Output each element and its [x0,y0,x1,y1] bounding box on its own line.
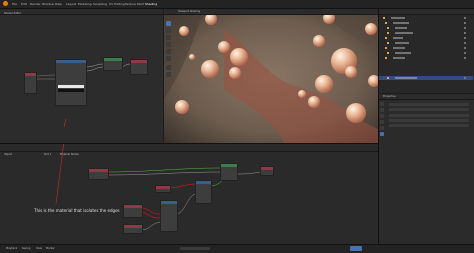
viewport-toolbar [165,21,172,91]
menu-help[interactable]: Help [55,2,62,6]
outliner[interactable] [379,9,474,93]
viewport-render [164,9,378,143]
cursor-tool-icon[interactable] [166,28,171,33]
node-mix-shader-bottom[interactable] [220,163,238,181]
annotate-tool-icon[interactable] [166,65,171,70]
shader-editor-top[interactable]: Shader Editor [0,9,163,143]
status-view[interactable]: View [36,247,42,250]
workspace-tab-shading[interactable]: Shading [145,2,157,6]
properties-field[interactable] [389,124,469,127]
scene-properties-icon[interactable] [380,114,384,118]
properties-field[interactable] [389,108,469,111]
properties-tabs [380,102,385,162]
node-geometry[interactable] [123,224,143,234]
object-properties-icon[interactable] [380,120,384,124]
outliner-icons [383,17,466,79]
node-group-input[interactable] [88,168,109,180]
material-annotation: This is the material that isolates the e… [34,208,120,213]
menu-render[interactable]: Render [30,2,41,6]
shader-editor-bottom[interactable]: Object Slot 1 Material Nodes This is the… [0,144,378,244]
node-texture-coordinate[interactable] [24,72,37,94]
color-swatch-white[interactable] [58,85,84,88]
measure-tool-icon[interactable] [166,72,171,77]
properties-panel[interactable]: Properties [379,94,474,244]
workspace-tab-layout[interactable]: Layout [66,2,76,6]
workspace-tab-sculpting[interactable]: Sculpting [93,2,107,6]
color-swatch-black[interactable] [58,89,84,92]
render-properties-icon[interactable] [380,102,384,106]
transform-tool-icon[interactable] [166,56,171,61]
menu-edit[interactable]: Edit [21,2,27,6]
node-color-ramp[interactable] [195,180,212,204]
node-math[interactable] [160,200,178,232]
workspace-tab-modeling[interactable]: Modeling [78,2,92,6]
node-ambient-occlusion[interactable] [155,185,171,193]
top-menu-bar: File Edit Render Window Help Layout Mode… [0,0,474,9]
viewport-title: Viewport Shading [178,9,201,13]
node-mix-shader[interactable] [103,57,123,71]
properties-field[interactable] [389,103,469,106]
node-wires-bottom [55,144,261,231]
scale-tool-icon[interactable] [166,49,171,54]
properties-field[interactable] [389,119,469,122]
3d-viewport[interactable]: Viewport Shading [164,9,378,143]
select-tool-icon[interactable] [166,21,171,26]
node-material-output[interactable] [130,59,148,75]
status-playback[interactable]: Playback [6,247,17,250]
status-marker[interactable]: Marker [46,247,55,250]
properties-title: Properties [383,95,396,98]
output-properties-icon[interactable] [380,108,384,112]
move-tool-icon[interactable] [166,35,171,40]
node-principled-bsdf[interactable] [55,59,87,106]
properties-field[interactable] [389,114,469,117]
rotate-tool-icon[interactable] [166,42,171,47]
status-keying[interactable]: Keying [22,247,30,250]
modifier-properties-icon[interactable] [380,126,384,130]
node-bevel[interactable] [123,204,143,218]
workspace-tab-texture-paint[interactable]: Texture Paint [125,2,144,6]
menu-file[interactable]: File [12,2,17,6]
blender-logo-icon[interactable] [3,1,8,6]
workspace-tab-uv-editing[interactable]: UV Editing [109,2,125,6]
menu-window[interactable]: Window [42,2,54,6]
material-properties-icon[interactable] [380,132,384,136]
frame-current-badge[interactable] [350,246,362,251]
timeline-play-controls[interactable] [180,247,210,250]
node-output-bottom[interactable] [260,166,274,176]
vertical-divider[interactable] [378,9,379,244]
